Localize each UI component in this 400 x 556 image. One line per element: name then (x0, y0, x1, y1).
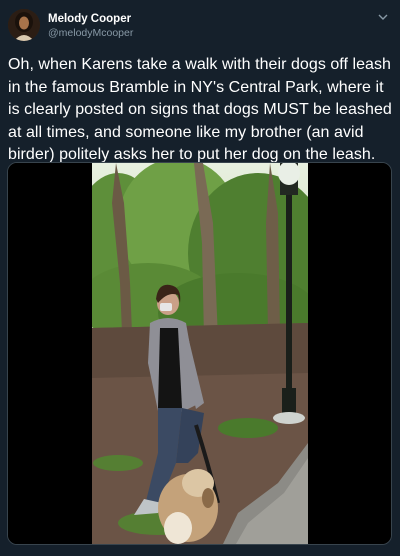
tweet-text: Oh, when Karens take a walk with their d… (8, 56, 392, 163)
handle[interactable]: @melodyMcooper (48, 26, 133, 40)
tweet-header: Melody Cooper @melodyMcooper (8, 9, 392, 49)
avatar-image (8, 9, 40, 41)
author-names: Melody Cooper @melodyMcooper (48, 12, 133, 40)
display-name[interactable]: Melody Cooper (48, 12, 133, 26)
video-still-image (8, 163, 391, 544)
tweet: Melody Cooper @melodyMcooper Oh, when Ka… (0, 0, 400, 556)
chevron-down-icon[interactable] (376, 11, 390, 25)
tweet-media[interactable] (7, 162, 392, 545)
avatar[interactable] (8, 9, 40, 41)
